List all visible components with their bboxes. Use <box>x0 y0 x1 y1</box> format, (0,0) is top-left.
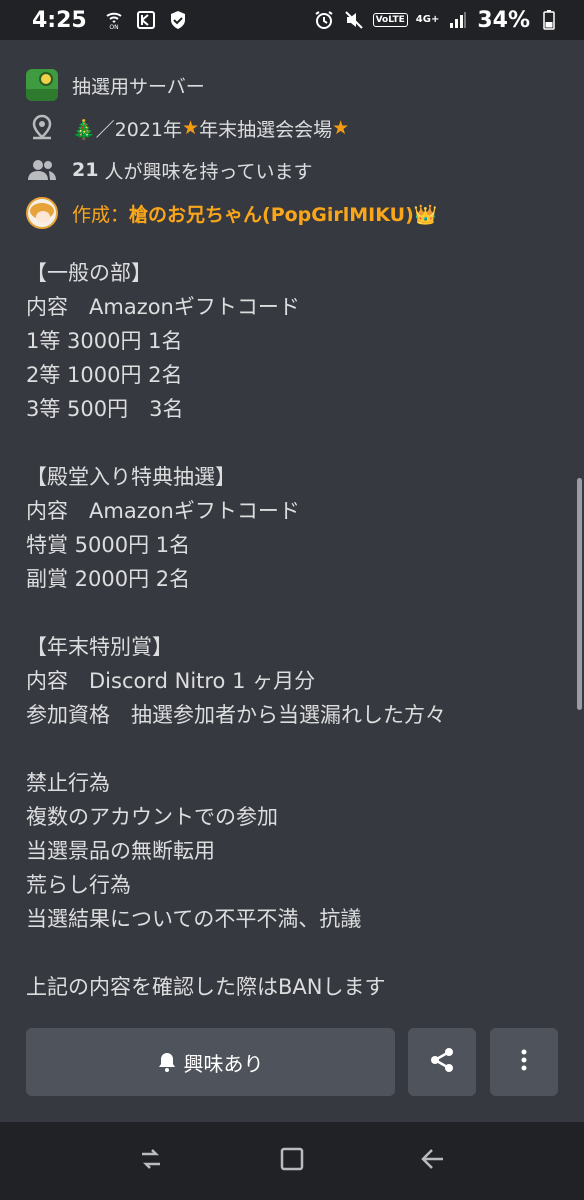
location-row: 🎄／2021年 ★ 年末抽選会会場 ★ <box>26 111 349 145</box>
server-icon <box>26 69 58 101</box>
description-line: 上記の内容を確認した際はBANします <box>26 975 386 999</box>
creator-row[interactable]: 作成： 槍のお兄ちゃん(PopGirlMIKU)👑 <box>26 196 437 230</box>
description-line: 荒らし行為 <box>26 873 131 897</box>
description-line: 2等 1000円 2名 <box>26 363 183 387</box>
creator-prefix: 作成： <box>72 203 130 226</box>
network-type-indicator: 4G+ <box>415 14 440 25</box>
bell-icon <box>158 1052 176 1072</box>
event-description: 【一般の部】内容 Amazonギフトコード 1等 3000円 1名 2等 1000円… <box>26 256 566 1004</box>
interested-suffix: 人が興味を持っています <box>104 160 313 183</box>
star-icon: ★ <box>182 117 200 139</box>
svg-text:ON: ON <box>109 24 118 30</box>
home-button[interactable] <box>272 1141 312 1181</box>
scrollbar[interactable] <box>577 478 582 710</box>
description-line: 内容 Amazonギフトコード <box>26 499 300 523</box>
creator-avatar <box>26 197 58 229</box>
signal-icon <box>447 9 469 31</box>
interested-count: 21 <box>72 159 99 181</box>
star-icon: ★ <box>332 117 350 139</box>
interested-row: 21 人が興味を持っています <box>26 153 313 187</box>
description-blank-line <box>26 936 566 970</box>
description-line: 当選景品の無断転用 <box>26 839 215 863</box>
creator-name[interactable]: 槍のお兄ちゃん(PopGirlMIKU)👑 <box>129 200 437 227</box>
description-line: 特賞 5000円 1名 <box>26 533 191 557</box>
shield-icon <box>167 9 189 31</box>
share-icon <box>429 1047 455 1077</box>
share-button[interactable] <box>408 1028 476 1096</box>
description-line: 内容 Amazonギフトコード <box>26 295 300 319</box>
more-options-button[interactable] <box>490 1028 558 1096</box>
home-icon <box>280 1147 304 1175</box>
description-line: 【年末特別賞】 <box>26 635 173 659</box>
event-details: 抽選用サーバー 🎄／2021年 ★ 年末抽選会会場 ★ 21 人が興味を持ってい… <box>0 40 584 1122</box>
location-name: 年末抽選会会場 <box>199 118 333 141</box>
status-bar: 4:25 ON VoLTE 4G+ 34% <box>0 0 584 40</box>
description-line: 副賞 2000円 2名 <box>26 567 191 591</box>
description-line: 複数のアカウントでの参加 <box>26 805 278 829</box>
app-notification-icon <box>135 9 157 31</box>
mute-icon <box>343 9 365 31</box>
description-line: 【殿堂入り特典抽選】 <box>26 465 236 489</box>
description-blank-line <box>26 426 566 460</box>
people-icon <box>26 154 58 186</box>
description-line: 禁止行為 <box>26 771 110 795</box>
back-arrow-icon <box>420 1147 446 1175</box>
description-line: 参加資格 抽選参加者から当選漏れした方々 <box>26 703 446 727</box>
description-blank-line <box>26 732 566 766</box>
volte-indicator: VoLTE <box>372 13 408 27</box>
description-line: 内容 Discord Nitro 1 ヶ月分 <box>26 669 316 693</box>
more-vertical-icon <box>520 1048 528 1076</box>
system-navigation-bar <box>0 1122 584 1200</box>
battery-percentage: 34% <box>477 7 530 33</box>
location-pin-icon <box>26 112 58 144</box>
back-button[interactable] <box>413 1141 453 1181</box>
description-blank-line <box>26 596 566 630</box>
server-name: 抽選用サーバー <box>72 75 205 98</box>
status-time: 4:25 <box>32 7 87 33</box>
recent-apps-icon <box>138 1146 164 1176</box>
interested-button-label: 興味あり <box>183 1051 264 1076</box>
wifi-calling-icon: ON <box>103 9 125 31</box>
alarm-icon <box>313 9 335 31</box>
server-row: 抽選用サーバー <box>26 68 205 102</box>
interested-button[interactable]: 興味あり <box>26 1028 395 1096</box>
recent-apps-button[interactable] <box>131 1141 171 1181</box>
description-line: 3等 500円 3名 <box>26 397 184 421</box>
description-line: 【一般の部】 <box>26 261 152 285</box>
battery-icon <box>538 9 560 31</box>
description-line: 1等 3000円 1名 <box>26 329 183 353</box>
action-bar: 興味あり <box>26 1028 558 1096</box>
location-prefix: 🎄／2021年 <box>72 118 183 141</box>
description-line: 当選結果についての不平不満、抗議 <box>26 907 362 931</box>
